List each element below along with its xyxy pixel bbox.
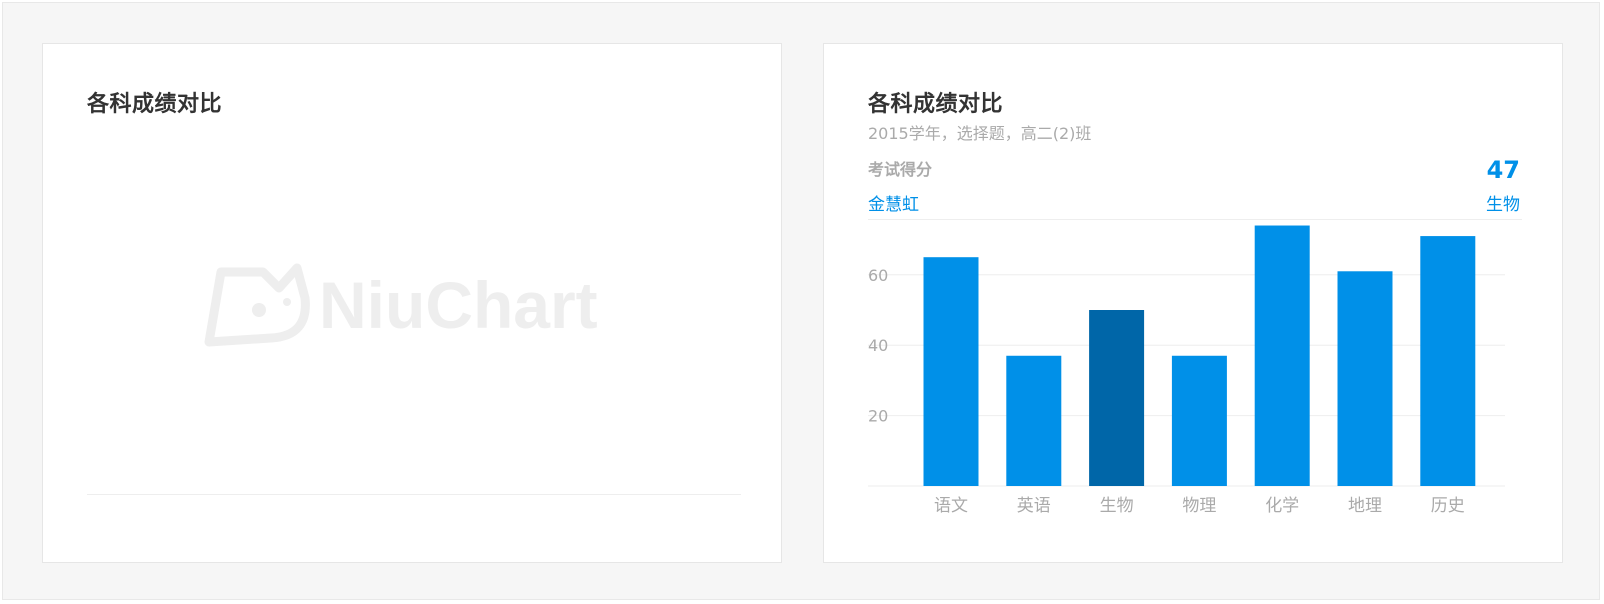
x-tick-label: 英语: [1017, 496, 1051, 516]
y-tick-label: 20: [868, 407, 888, 426]
bar-chart-card: 各科成绩对比 2015学年，选择题，高二(2)班 考试得分 47 金慧虹 生物 …: [823, 43, 1563, 563]
bars: [923, 225, 1476, 486]
x-tick-label: 语文: [934, 496, 968, 516]
card-title: 各科成绩对比: [87, 92, 223, 117]
x-tick-label: 地理: [1348, 496, 1382, 516]
bar-物理[interactable]: [1171, 355, 1227, 486]
y-tick-label: 40: [868, 336, 888, 355]
bar-地理[interactable]: [1337, 271, 1393, 486]
bar-英语[interactable]: [1006, 355, 1062, 486]
x-tick-label: 生物: [1100, 496, 1134, 516]
niuchart-watermark-logo: NiuChart: [204, 263, 598, 347]
bar-生物[interactable]: [1089, 310, 1145, 486]
svg-text:NiuChart: NiuChart: [319, 268, 598, 342]
y-tick-label: 60: [868, 266, 888, 285]
x-tick-label: 物理: [1182, 496, 1216, 516]
bar-化学[interactable]: [1254, 225, 1310, 486]
x-tick-label: 历史: [1431, 496, 1465, 516]
bar-语文[interactable]: [923, 257, 979, 486]
bar-历史[interactable]: [1420, 236, 1476, 486]
bar-chart: 20 40 60 语文 英语 生物 物理 化学 地理 历史: [868, 225, 1505, 516]
empty-chart-card: 各科成绩对比 NiuChart: [42, 43, 782, 563]
dashboard-frame: 各科成绩对比 NiuChart 各科成绩对比 2015学年，选择题，高二(2)班…: [2, 2, 1600, 600]
x-tick-label: 化学: [1265, 496, 1299, 516]
empty-chart-baseline: [87, 494, 741, 495]
